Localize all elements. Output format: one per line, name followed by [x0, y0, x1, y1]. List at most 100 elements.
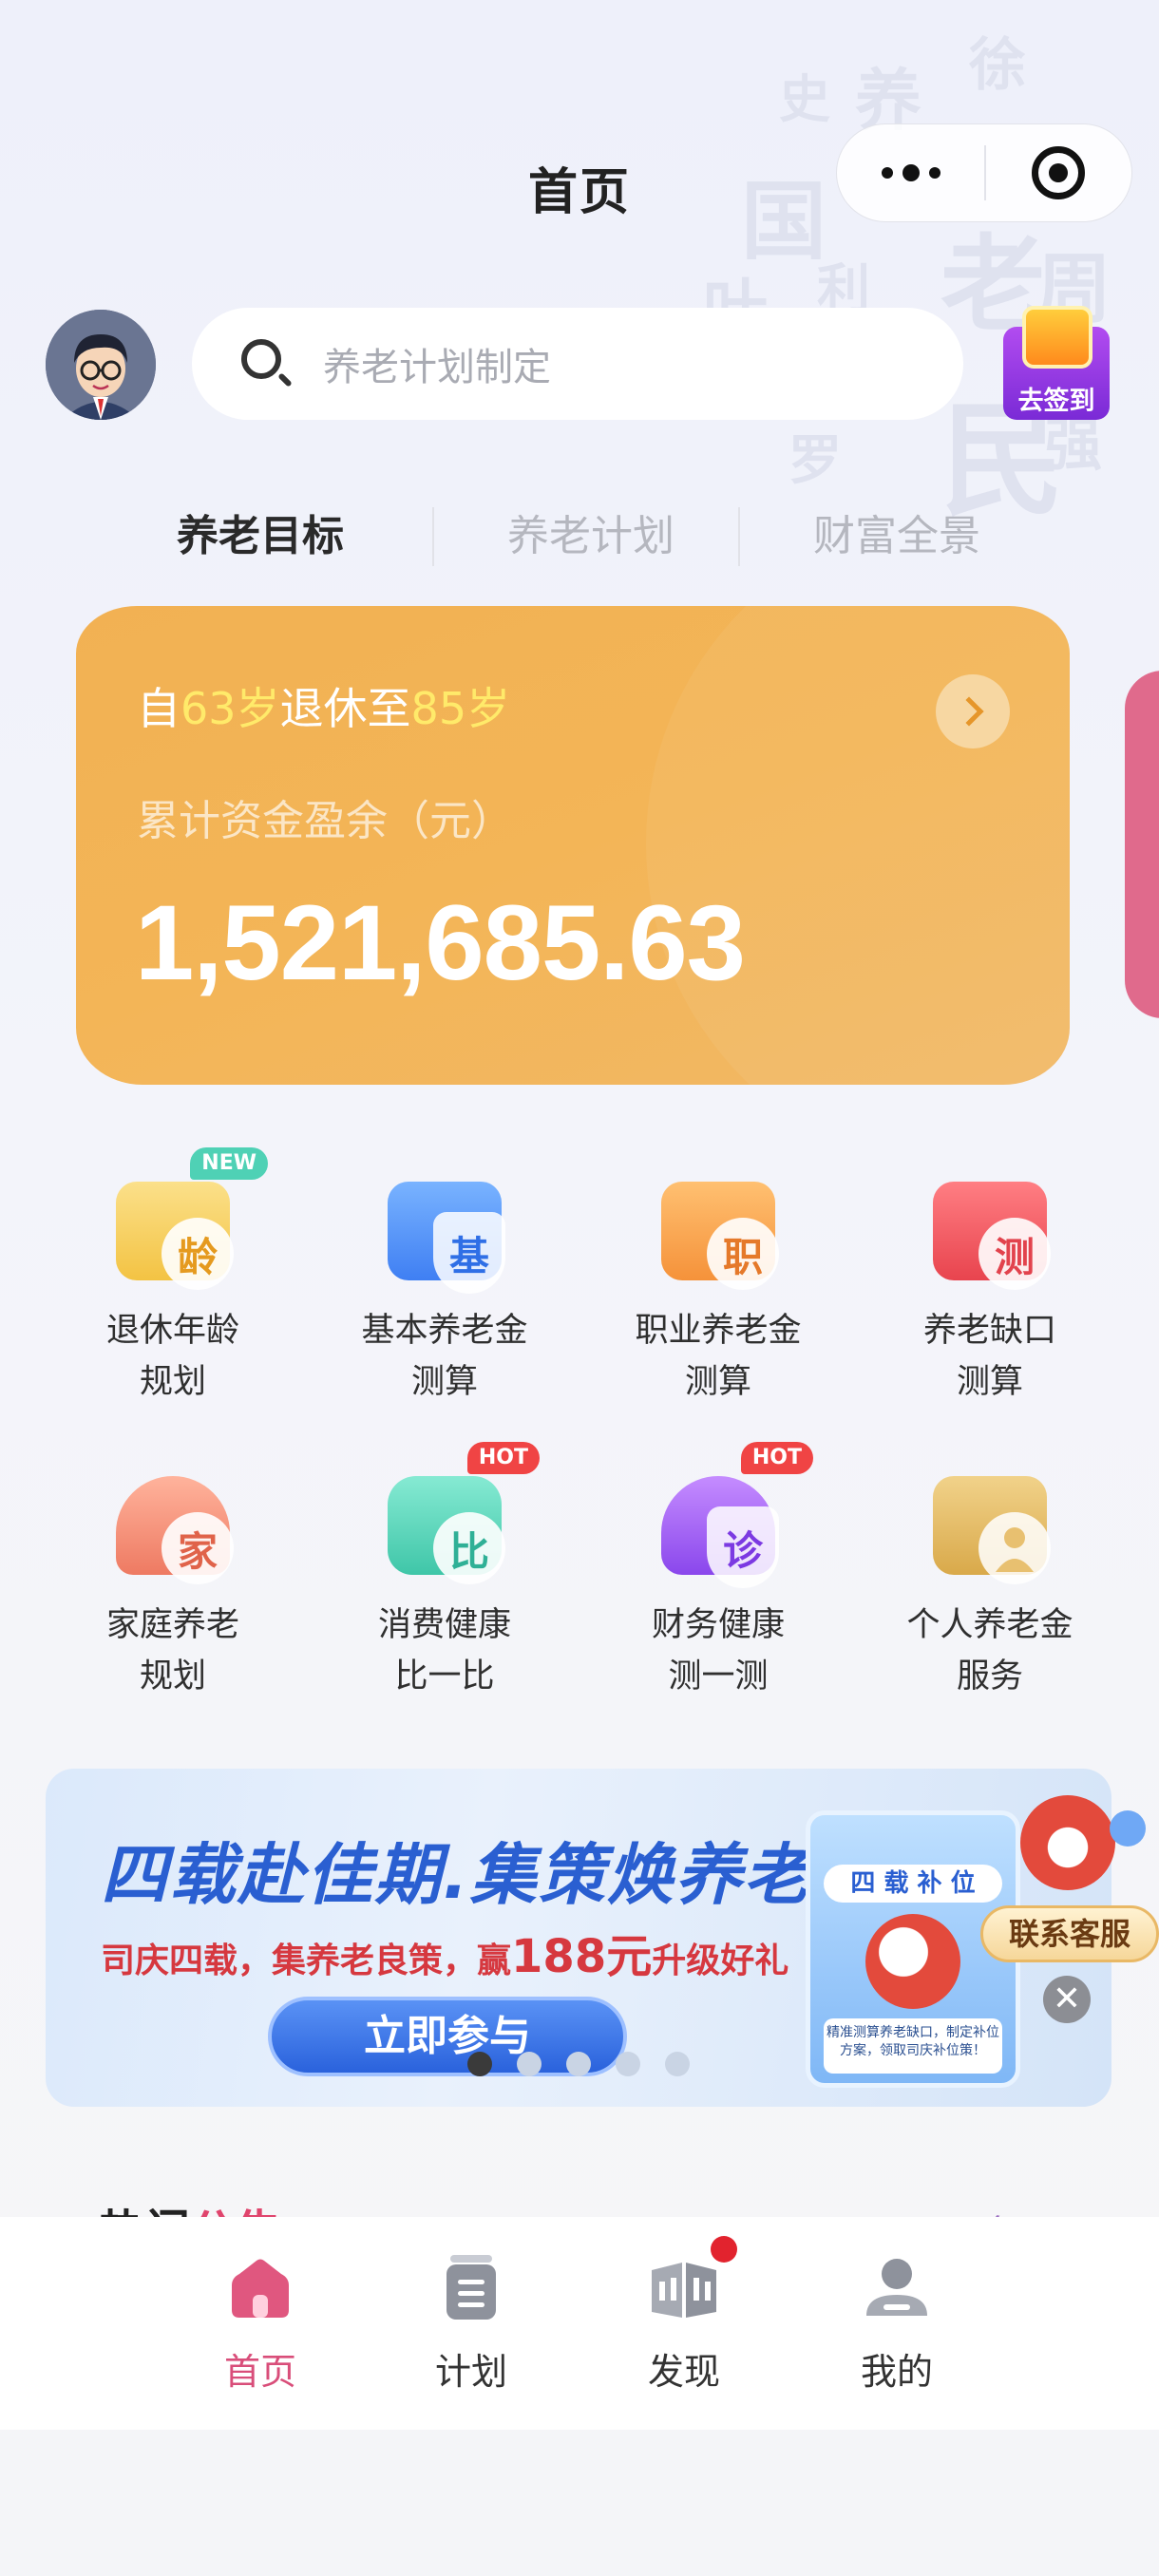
home-icon — [222, 2249, 298, 2325]
tool-label: 个人养老金 服务 — [906, 1606, 1074, 1695]
sign-in-button[interactable]: 去签到 — [999, 306, 1113, 424]
goal-tabs: 养老目标 养老计划 财富全景 — [0, 502, 1159, 572]
tabbar-label: 发现 — [647, 2351, 720, 2393]
search-placeholder: 养老计划制定 — [323, 346, 551, 389]
tool-glyph: 家 — [162, 1512, 234, 1584]
poster-title: 四 载 补 位 — [824, 1865, 1002, 1903]
pension-gap-icon: 测 — [923, 1165, 1056, 1297]
search-bar[interactable]: 养老计划制定 — [192, 308, 963, 420]
tab-retirement-goal[interactable]: 养老目标 — [177, 502, 344, 562]
personal-pension-icon — [923, 1459, 1056, 1592]
consumption-health-icon: 比 HOT — [378, 1442, 540, 1592]
system-bottom-area — [0, 2430, 1159, 2576]
surplus-amount: 1,521,685.63 — [135, 883, 746, 1002]
tool-consumption-health[interactable]: 比 HOT 消费健康 比一比 — [331, 1442, 559, 1702]
retirement-range: 自63岁退休至85岁 — [137, 674, 510, 737]
dot-icon — [902, 164, 920, 181]
carousel-dot[interactable] — [566, 2052, 591, 2076]
app-root: 国 老 周 养 徐 史 叶 利 民 强 罗 首页 — [0, 0, 1159, 2432]
tabbar-discover[interactable]: 发现 — [589, 2236, 779, 2395]
hot-badge: HOT — [740, 1442, 813, 1474]
tool-glyph: 龄 — [162, 1218, 234, 1290]
financial-health-icon: 诊 HOT — [652, 1442, 813, 1592]
range-middle: 退休至 — [279, 683, 411, 734]
chevron-right-icon — [954, 696, 984, 727]
retire-age: 63岁 — [180, 683, 280, 734]
hot-badge: HOT — [466, 1442, 540, 1474]
tool-label: 退休年龄 规划 — [105, 1312, 239, 1401]
tool-retirement-age[interactable]: 龄 NEW 退休年龄 规划 — [59, 1147, 287, 1408]
card-decoration — [646, 606, 1070, 1085]
robot-mascot-icon — [865, 1914, 960, 2009]
card-detail-button[interactable] — [936, 674, 1010, 748]
person-icon — [978, 1512, 1051, 1584]
customer-service-float: 联系客服 ✕ — [980, 1795, 1159, 2023]
tab-wealth-overview[interactable]: 财富全景 — [813, 502, 980, 562]
tool-basic-pension[interactable]: 基 基本养老金 测算 — [331, 1165, 559, 1408]
close-mini-program-button[interactable] — [986, 123, 1131, 222]
search-icon — [238, 335, 294, 392]
calendar-icon — [1022, 306, 1092, 369]
tab-divider — [432, 507, 434, 566]
mini-program-capsule — [836, 123, 1132, 222]
end-age: 85岁 — [410, 683, 511, 734]
bottom-tab-bar: 首页 计划 发现 我的 — [0, 2217, 1159, 2430]
tool-glyph: 比 — [433, 1512, 505, 1584]
tab-divider — [738, 507, 740, 566]
tool-label: 家庭养老 规划 — [105, 1606, 239, 1695]
tool-label: 财务健康 测一测 — [651, 1606, 785, 1695]
next-card-peek[interactable] — [1125, 671, 1159, 1018]
target-icon — [1032, 146, 1086, 199]
avatar-illustration — [46, 310, 156, 420]
close-float-button[interactable]: ✕ — [1043, 1976, 1091, 2023]
tabbar-profile[interactable]: 我的 — [802, 2249, 992, 2395]
robot-mascot-icon — [1020, 1795, 1115, 1890]
carousel-indicator — [467, 2052, 714, 2076]
tabbar-label: 计划 — [434, 2351, 507, 2393]
surplus-label: 累计资金盈余（元） — [137, 797, 513, 845]
family-pension-icon: 家 — [106, 1459, 239, 1592]
tool-label: 职业养老金 测算 — [635, 1312, 802, 1401]
tabbar-label: 首页 — [223, 2351, 296, 2393]
tool-financial-health[interactable]: 诊 HOT 财务健康 测一测 — [604, 1442, 832, 1702]
dot-icon — [881, 167, 893, 179]
carousel-dot[interactable] — [616, 2052, 640, 2076]
basic-pension-icon: 基 — [378, 1165, 511, 1297]
retirement-goal-card[interactable]: 自63岁退休至85岁 累计资金盈余（元） 1,521,685.63 — [76, 606, 1070, 1085]
chat-bubble-icon — [1110, 1810, 1146, 1847]
tool-label: 基本养老金 测算 — [361, 1312, 528, 1401]
contact-service-button[interactable]: 联系客服 — [980, 1905, 1159, 1962]
profile-icon — [859, 2249, 935, 2325]
poster-caption: 精准测算养老缺口，制定补位方案，领取司庆补位策！ — [824, 2018, 1002, 2074]
tabbar-plan[interactable]: 计划 — [376, 2249, 566, 2395]
tabbar-home[interactable]: 首页 — [165, 2249, 355, 2395]
tool-personal-pension[interactable]: 个人养老金 服务 — [876, 1459, 1104, 1702]
tool-glyph: 职 — [707, 1218, 779, 1290]
range-prefix: 自 — [137, 683, 180, 734]
tab-retirement-plan[interactable]: 养老计划 — [507, 502, 674, 562]
tool-family-pension[interactable]: 家 家庭养老 规划 — [59, 1459, 287, 1702]
tool-glyph: 测 — [978, 1218, 1051, 1290]
tool-label: 消费健康 比一比 — [377, 1606, 511, 1695]
tool-glyph: 基 — [433, 1212, 505, 1294]
notification-dot — [711, 2236, 737, 2263]
banner-title: 四载赴佳期.集策焕养老 — [101, 1836, 812, 1914]
carousel-dot[interactable] — [665, 2052, 690, 2076]
new-badge: NEW — [190, 1147, 268, 1180]
tool-label: 养老缺口 测算 — [922, 1312, 1056, 1401]
dot-icon — [928, 167, 940, 179]
avatar[interactable] — [46, 310, 156, 420]
carousel-dot[interactable] — [517, 2052, 542, 2076]
occupational-pension-icon: 职 — [652, 1165, 785, 1297]
tool-pension-gap[interactable]: 测 养老缺口 测算 — [876, 1165, 1104, 1408]
sign-in-label: 去签到 — [1017, 387, 1095, 416]
background-watermark: 国 老 周 养 徐 史 叶 利 民 强 罗 — [703, 32, 1112, 532]
retirement-age-icon: 龄 NEW — [106, 1147, 268, 1297]
banner-subtitle: 司庆四载，集养老良策，赢188元升级好礼 — [101, 1930, 789, 1983]
tool-glyph: 诊 — [707, 1506, 779, 1588]
discover-icon — [646, 2236, 737, 2325]
carousel-dot[interactable] — [467, 2052, 492, 2076]
more-options-button[interactable] — [837, 123, 984, 222]
plan-icon — [433, 2249, 509, 2325]
tool-occupational-pension[interactable]: 职 职业养老金 测算 — [604, 1165, 832, 1408]
